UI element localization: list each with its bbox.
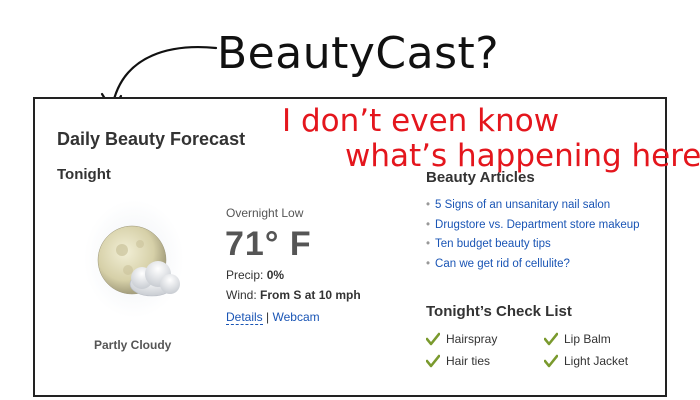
forecast-links: Details | Webcam [226,310,320,325]
checkmark-icon [544,354,558,368]
link-separator: | [266,310,270,324]
bullet-icon: • [426,257,431,270]
overnight-low-label: Overnight Low [226,206,304,220]
checklist-heading: Tonight’s Check List [426,303,572,320]
checkmark-icon [544,332,558,346]
precip-label: Precip: [226,268,264,282]
article-link-drugstore-makeup[interactable]: • Drugstore vs. Department store makeup [426,216,640,236]
precip-value: 0% [266,268,285,282]
moon-partly-cloudy-icon [84,200,184,318]
beauty-articles-list: • 5 Signs of an unsanitary nail salon • Dr… [426,196,640,274]
tonight-heading: Tonight [57,166,111,183]
red-annotation-line-1: I don’t even know [282,103,560,139]
beauty-articles-heading: Beauty Articles [426,169,535,186]
wind-value: From S at 10 mph [260,288,361,302]
article-link-label: 5 Signs of an unsanitary nail salon [435,199,611,211]
bullet-icon: • [426,218,431,231]
webcam-link[interactable]: Webcam [273,310,320,324]
checklist-item-label: Lip Balm [564,332,611,346]
details-link[interactable]: Details [226,310,263,325]
bullet-icon: • [426,238,431,250]
handwritten-annotation: BeautyCast? [217,28,500,79]
article-link-nail-salon[interactable]: • 5 Signs of an unsanitary nail salon [426,196,640,216]
checklist-item-label: Hair ties [446,354,491,368]
checklist-item-hair-ties: Hair ties [426,354,490,368]
checklist-item-label: Light Jacket [564,354,629,368]
checkmark-icon [426,332,440,346]
bullet-icon: • [426,199,431,211]
article-link-label: Ten budget beauty tips [435,238,551,250]
temperature-value: 71° F [225,225,312,263]
article-link-budget-tips[interactable]: • Ten budget beauty tips [426,235,640,255]
widget-title: Daily Beauty Forecast [57,129,246,149]
wind-label: Wind: [226,288,257,302]
checkmark-icon [426,354,440,368]
checklist-item-hairspray: Hairspray [426,332,497,346]
weather-condition: Partly Cloudy [94,338,172,352]
checklist-item-lip-balm: Lip Balm [544,332,611,346]
precip-line: Precip: 0% [226,268,284,282]
checklist-item-label: Hairspray [446,332,498,346]
wind-line: Wind: From S at 10 mph [226,288,361,302]
article-link-cellulite[interactable]: • Can we get rid of cellulite? [426,255,640,275]
article-link-label: Can we get rid of cellulite? [435,257,570,270]
checklist-item-light-jacket: Light Jacket [544,354,628,368]
article-link-label: Drugstore vs. Department store makeup [435,218,640,231]
